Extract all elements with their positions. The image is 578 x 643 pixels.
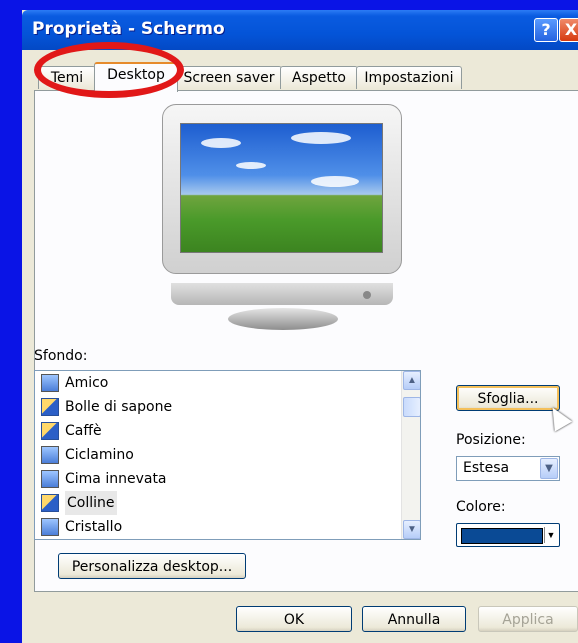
monitor-bezel-bottom [171, 283, 393, 305]
scroll-thumb[interactable] [403, 397, 420, 417]
position-value: Estesa [463, 460, 510, 476]
browse-button[interactable]: Sfoglia... [456, 385, 560, 411]
chevron-down-icon[interactable]: ▼ [540, 458, 558, 479]
brush-icon [41, 398, 59, 416]
list-item-label: Cristallo [65, 519, 123, 535]
scroll-up-icon[interactable]: ▲ [403, 371, 420, 390]
scroll-down-icon[interactable]: ▼ [403, 520, 420, 539]
ok-button[interactable]: OK [236, 606, 352, 632]
list-item[interactable]: Cristallo [35, 515, 420, 539]
list-item[interactable]: Cima innevata [35, 467, 420, 491]
image-icon [41, 446, 59, 464]
list-item[interactable]: Ciclamino [35, 443, 420, 467]
tab-impostazioni[interactable]: Impostazioni [356, 66, 462, 89]
position-label: Posizione: [456, 432, 526, 448]
list-item-label: Bolle di sapone [65, 399, 173, 415]
monitor-stand [228, 308, 338, 330]
list-item[interactable]: Amico [35, 371, 420, 395]
customize-desktop-button[interactable]: Personalizza desktop... [58, 553, 246, 579]
window-title: Proprietà - Schermo [32, 19, 225, 39]
image-icon [41, 518, 59, 536]
tab-screen-saver[interactable]: Screen saver [176, 66, 282, 89]
image-icon [41, 374, 59, 392]
power-light-icon [363, 291, 371, 299]
brush-icon [41, 494, 59, 512]
background-list[interactable]: Amico Bolle di sapone Caffè Ciclamino Ci… [34, 370, 421, 540]
highlight-circle-annotation [34, 42, 184, 98]
list-item[interactable]: Caffè [35, 419, 420, 443]
brush-icon [41, 422, 59, 440]
background-label: Sfondo: [34, 348, 88, 364]
monitor-preview [162, 104, 402, 305]
list-item-label: Colline [65, 491, 117, 515]
tab-aspetto[interactable]: Aspetto [280, 66, 358, 89]
list-item-label: Caffè [65, 423, 102, 439]
position-select[interactable]: Estesa ▼ [456, 456, 560, 481]
list-item-label: Cima innevata [65, 471, 167, 487]
close-button[interactable]: X [559, 18, 578, 42]
list-scrollbar[interactable]: ▲ ▼ [401, 371, 420, 539]
list-item-label: Ciclamino [65, 447, 134, 463]
color-picker-button[interactable]: ▼ [456, 523, 560, 547]
apply-button[interactable]: Applica [478, 606, 578, 632]
desktop-preview-image [180, 123, 383, 253]
list-item[interactable]: Bolle di sapone [35, 395, 420, 419]
cancel-button[interactable]: Annulla [362, 606, 466, 632]
list-item-selected[interactable]: Colline [35, 491, 420, 515]
help-button[interactable]: ? [534, 18, 558, 42]
list-item-label: Amico [65, 375, 109, 391]
chevron-down-icon: ▼ [544, 527, 557, 543]
color-label: Colore: [456, 499, 506, 515]
color-swatch [461, 528, 543, 544]
image-icon [41, 470, 59, 488]
